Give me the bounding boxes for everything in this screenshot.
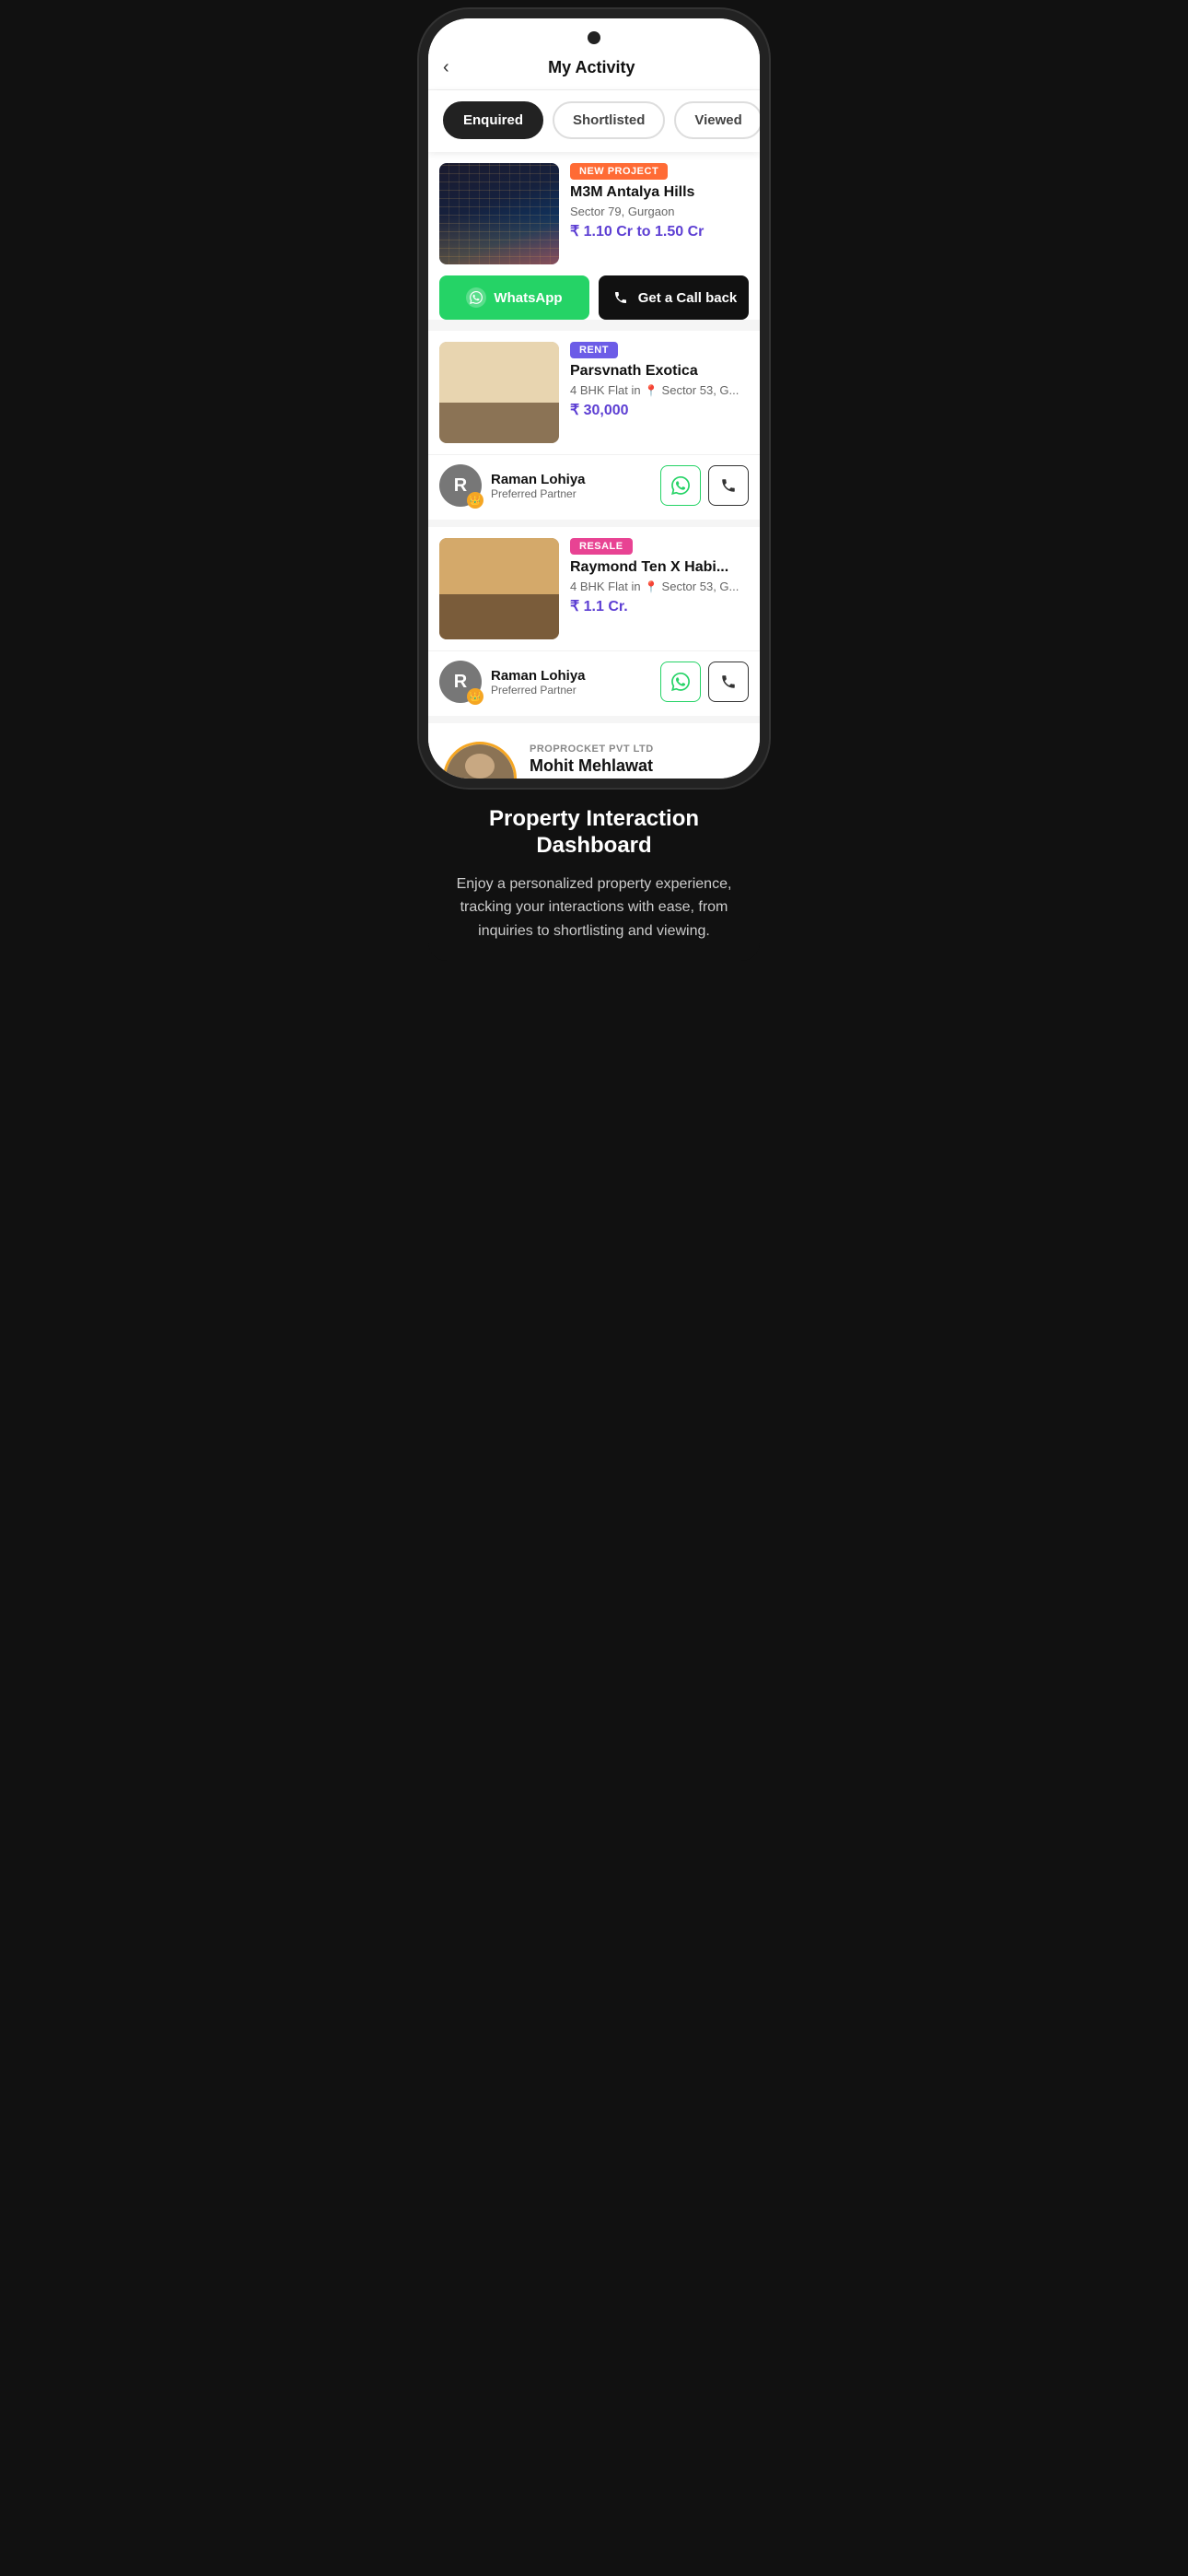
tabs-bar: Enquired Shortlisted Viewed [428,90,760,152]
profile-location: Gurgaon [636,778,683,779]
property-card-1: NEW PROJECT M3M Antalya Hills Sector 79,… [428,152,760,320]
phone-icon [611,287,631,308]
badge-resale: RESALE [570,538,633,555]
camera-dot [588,31,600,44]
agent-row-2: R 👑 Raman Lohiya Preferred Partner [428,454,760,520]
page-wrapper: ‹ My Activity Enquired Shortlisted Viewe… [414,18,774,961]
badge-new-project: NEW PROJECT [570,163,668,180]
profile-avatar [443,742,517,779]
whatsapp-button-1[interactable]: WhatsApp [439,275,589,320]
property-card-3: RESALE Raymond Ten X Habi... 4 BHK Flat … [428,527,760,716]
tab-enquired[interactable]: Enquired [443,101,543,139]
crown-badge-2: 👑 [467,492,483,509]
agent-whatsapp-btn-2[interactable] [660,465,701,506]
profile-name: Mohit Mehlawat [530,756,745,776]
bottom-section: Property Interaction Dashboard Enjoy a p… [428,779,760,961]
prop-details-3: RESALE Raymond Ten X Habi... 4 BHK Flat … [570,538,749,639]
agent-actions-2 [660,465,749,506]
agent-phone-btn-3[interactable] [708,662,749,702]
prop-name-1: M3M Antalya Hills [570,183,749,201]
tab-shortlisted[interactable]: Shortlisted [553,101,665,139]
callback-button-1[interactable]: Get a Call back [599,275,749,320]
agent-row-3: R 👑 Raman Lohiya Preferred Partner [428,650,760,716]
building-lines [439,163,559,264]
person-silhouette [446,744,514,779]
callback-label: Get a Call back [638,290,738,306]
phone-top [428,18,760,50]
card-top-2: RENT Parsvnath Exotica 4 BHK Flat in 📍 S… [428,331,760,454]
location-pin-2: 📍 [645,384,658,397]
prop-name-2: Parsvnath Exotica [570,362,749,380]
profile-meta: Preferred Partner Gurgaon [530,778,745,779]
whatsapp-icon [466,287,486,308]
agent-info-2: Raman Lohiya Preferred Partner [491,472,660,500]
content-area[interactable]: NEW PROJECT M3M Antalya Hills Sector 79,… [428,152,760,779]
prop-name-3: Raymond Ten X Habi... [570,558,749,576]
agent-name-3: Raman Lohiya [491,668,660,684]
prop-price-3: ₹ 1.1 Cr. [570,597,749,615]
profile-info: PROPROCKET PVT LTD Mohit Mehlawat Prefer… [530,744,745,779]
agent-name-2: Raman Lohiya [491,472,660,487]
page-title: My Activity [460,58,723,77]
profile-avatar-wrap: 👑 [443,742,517,779]
agent-avatar-2: R 👑 [439,464,482,507]
card-top-1: NEW PROJECT M3M Antalya Hills Sector 79,… [428,152,760,275]
profile-company: PROPROCKET PVT LTD [530,744,745,755]
prop-price-2: ₹ 30,000 [570,401,749,419]
phone-frame: ‹ My Activity Enquired Shortlisted Viewe… [428,18,760,779]
crown-badge-3: 👑 [467,688,483,705]
agent-avatar-3: R 👑 [439,661,482,703]
prop-sub-2: 4 BHK Flat in 📍 Sector 53, G... [570,383,749,397]
prop-location-1: Sector 79, Gurgaon [570,205,749,218]
prop-details-1: NEW PROJECT M3M Antalya Hills Sector 79,… [570,163,749,264]
location-pin-3: 📍 [645,580,658,593]
card-top-3: RESALE Raymond Ten X Habi... 4 BHK Flat … [428,527,760,650]
property-image-1 [439,163,559,264]
profile-tag: Preferred Partner [530,778,622,779]
agent-whatsapp-btn-3[interactable] [660,662,701,702]
bottom-description: Enjoy a personalized property experience… [447,872,741,943]
agent-info-3: Raman Lohiya Preferred Partner [491,668,660,697]
property-image-2 [439,342,559,443]
bottom-title: Property Interaction Dashboard [447,806,741,860]
agent-actions-3 [660,662,749,702]
person-head [465,754,495,779]
back-button[interactable]: ‹ [443,57,449,78]
whatsapp-label: WhatsApp [494,290,562,306]
property-card-2: RENT Parsvnath Exotica 4 BHK Flat in 📍 S… [428,331,760,520]
badge-rent: RENT [570,342,618,358]
agent-tag-2: Preferred Partner [491,487,660,500]
tab-viewed[interactable]: Viewed [674,101,760,139]
prop-price-1: ₹ 1.10 Cr to 1.50 Cr [570,222,749,240]
prop-sub-3: 4 BHK Flat in 📍 Sector 53, G... [570,580,749,593]
prop-details-2: RENT Parsvnath Exotica 4 BHK Flat in 📍 S… [570,342,749,443]
agent-tag-3: Preferred Partner [491,684,660,697]
property-image-3 [439,538,559,639]
profile-card: 👑 PROPROCKET PVT LTD Mohit Mehlawat Pref… [428,723,760,779]
app-header: ‹ My Activity [428,50,760,90]
card-actions-1: WhatsApp Get a Call back [439,275,749,320]
agent-phone-btn-2[interactable] [708,465,749,506]
